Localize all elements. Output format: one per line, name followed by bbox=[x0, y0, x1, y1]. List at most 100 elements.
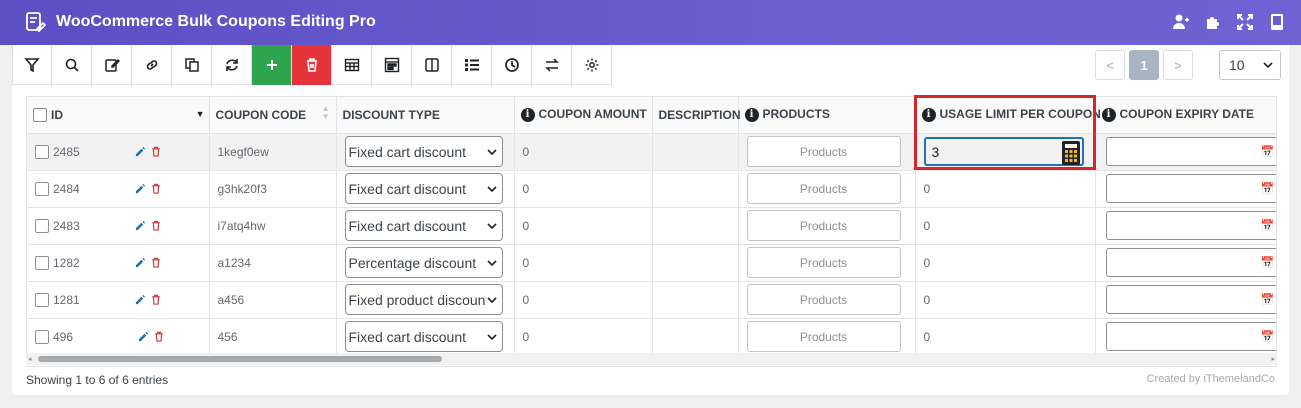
scrollbar-thumb[interactable] bbox=[38, 356, 442, 362]
edit-pencil-icon[interactable] bbox=[135, 183, 146, 194]
edit-pencil-icon[interactable] bbox=[135, 257, 146, 268]
add-coupon-button[interactable] bbox=[252, 45, 292, 85]
description-header[interactable]: DESCRIPTION bbox=[652, 97, 741, 134]
coupon-amount-cell[interactable]: 0 bbox=[514, 281, 653, 319]
row-checkbox[interactable] bbox=[35, 292, 49, 307]
usage-limit-value[interactable]: 0 bbox=[924, 219, 931, 233]
coupon-amount-cell[interactable]: 0 bbox=[514, 318, 653, 356]
user-add-icon[interactable] bbox=[1171, 12, 1191, 32]
column-manager-button[interactable] bbox=[372, 45, 412, 85]
puzzle-icon[interactable] bbox=[1203, 12, 1223, 32]
coupon-amount-cell[interactable]: 0 bbox=[514, 170, 653, 208]
table-row[interactable]: 2485 1kegf0ew Fixed cart discount 0 Prod… bbox=[27, 133, 1276, 171]
book-icon[interactable] bbox=[1267, 12, 1287, 32]
description-cell[interactable] bbox=[652, 281, 739, 319]
discount-type-select[interactable]: Fixed cart discount bbox=[344, 210, 503, 241]
products-button[interactable]: Products bbox=[746, 247, 901, 278]
select-all-checkbox[interactable] bbox=[33, 108, 47, 123]
calendar-icon[interactable]: 📅 bbox=[1261, 256, 1275, 269]
row-checkbox[interactable] bbox=[35, 329, 49, 344]
column-profile-button[interactable] bbox=[332, 45, 372, 85]
discount-type-select[interactable]: Percentage discount bbox=[344, 247, 503, 278]
discount-type-select[interactable]: Fixed cart discount bbox=[344, 136, 503, 167]
trash-icon[interactable] bbox=[151, 220, 161, 232]
reload-button[interactable] bbox=[212, 45, 252, 85]
table-row[interactable]: 1282 a1234 Percentage discount 0 Product… bbox=[27, 244, 1276, 282]
search-button[interactable] bbox=[52, 45, 92, 85]
table-row[interactable]: 2483 i7atq4hw Fixed cart discount 0 Prod… bbox=[27, 207, 1276, 245]
row-checkbox[interactable] bbox=[35, 218, 49, 233]
usage-limit-value[interactable]: 0 bbox=[924, 182, 931, 196]
calendar-icon[interactable]: 📅 bbox=[1261, 219, 1275, 232]
edit-pencil-icon[interactable] bbox=[135, 146, 146, 157]
info-icon[interactable]: i bbox=[744, 108, 759, 123]
id-header[interactable]: ID ▼ bbox=[27, 97, 210, 134]
horizontal-scrollbar[interactable]: ◂ ▸ bbox=[26, 353, 1277, 365]
usage-limit-value[interactable]: 0 bbox=[924, 330, 931, 344]
coupon-amount-cell[interactable]: 0 bbox=[514, 207, 653, 245]
fullscreen-icon[interactable] bbox=[1235, 12, 1255, 32]
settings-button[interactable] bbox=[572, 45, 612, 85]
coupon-code-cell[interactable]: a1234 bbox=[209, 244, 337, 282]
sort-down-icon[interactable]: ▼ bbox=[196, 109, 205, 119]
expiry-date-input[interactable]: 📅 bbox=[1105, 322, 1276, 351]
info-icon[interactable]: i bbox=[1101, 108, 1116, 123]
coupon-amount-cell[interactable]: 0 bbox=[514, 244, 653, 282]
next-page-button[interactable]: > bbox=[1163, 50, 1193, 80]
coupon-code-cell[interactable]: i7atq4hw bbox=[209, 207, 337, 245]
description-cell[interactable] bbox=[652, 318, 739, 356]
table-row[interactable]: 1281 a456 Fixed product discount 0 Produ… bbox=[27, 281, 1276, 319]
description-cell[interactable] bbox=[652, 133, 739, 171]
calculator-icon[interactable] bbox=[1061, 141, 1080, 165]
table-row[interactable]: 2484 g3hk20f3 Fixed cart discount 0 Prod… bbox=[27, 170, 1276, 208]
bulk-edit-button[interactable] bbox=[92, 45, 132, 85]
discount-type-header[interactable]: DISCOUNT TYPE bbox=[336, 97, 515, 134]
products-button[interactable]: Products bbox=[746, 210, 901, 241]
trash-icon[interactable] bbox=[151, 183, 161, 195]
products-header[interactable]: i PRODUCTS bbox=[738, 97, 916, 134]
row-checkbox[interactable] bbox=[35, 255, 49, 270]
calendar-icon[interactable]: 📅 bbox=[1261, 330, 1275, 343]
calendar-icon[interactable]: 📅 bbox=[1261, 182, 1275, 195]
expiry-date-input[interactable]: 📅 bbox=[1105, 211, 1276, 240]
info-icon[interactable]: i bbox=[921, 108, 936, 123]
products-button[interactable]: Products bbox=[746, 284, 901, 315]
discount-type-select[interactable]: Fixed product discount bbox=[344, 284, 503, 315]
coupon-code-header[interactable]: COUPON CODE ▲ ▼ bbox=[209, 97, 337, 134]
coupon-amount-cell[interactable]: 0 bbox=[514, 133, 653, 171]
usage-limit-input[interactable]: 3 bbox=[923, 137, 1084, 166]
edit-pencil-icon[interactable] bbox=[138, 331, 149, 342]
usage-limit-header[interactable]: i USAGE LIMIT PER COUPON bbox=[915, 97, 1101, 134]
usage-limit-value[interactable]: 0 bbox=[924, 293, 931, 307]
expiry-date-input[interactable]: 📅 bbox=[1105, 137, 1276, 166]
list-view-button[interactable] bbox=[452, 45, 492, 85]
delete-button[interactable] bbox=[292, 45, 332, 85]
filter-button[interactable] bbox=[12, 45, 52, 85]
description-cell[interactable] bbox=[652, 207, 739, 245]
bind-edit-button[interactable] bbox=[132, 45, 172, 85]
scroll-right-icon[interactable]: ▸ bbox=[1271, 355, 1275, 363]
expiry-date-input[interactable]: 📅 bbox=[1105, 285, 1276, 314]
trash-icon[interactable] bbox=[151, 294, 161, 306]
sort-icon[interactable]: ▲ ▼ bbox=[322, 105, 330, 121]
row-checkbox[interactable] bbox=[35, 181, 49, 196]
description-cell[interactable] bbox=[652, 244, 739, 282]
page-1-button[interactable]: 1 bbox=[1129, 50, 1159, 80]
trash-icon[interactable] bbox=[154, 331, 164, 343]
usage-limit-value[interactable]: 0 bbox=[924, 256, 931, 270]
info-icon[interactable]: i bbox=[520, 108, 535, 123]
trash-icon[interactable] bbox=[151, 146, 161, 158]
calendar-icon[interactable]: 📅 bbox=[1261, 145, 1275, 158]
row-checkbox[interactable] bbox=[35, 144, 49, 159]
import-export-button[interactable] bbox=[532, 45, 572, 85]
edit-pencil-icon[interactable] bbox=[135, 220, 146, 231]
coupon-code-cell[interactable]: 456 bbox=[209, 318, 337, 356]
scroll-left-icon[interactable]: ◂ bbox=[28, 355, 32, 363]
trash-icon[interactable] bbox=[151, 257, 161, 269]
coupon-code-cell[interactable]: g3hk20f3 bbox=[209, 170, 337, 208]
expiry-date-header[interactable]: i COUPON EXPIRY DATE bbox=[1095, 97, 1276, 134]
coupon-code-cell[interactable]: 1kegf0ew bbox=[209, 133, 337, 171]
products-button[interactable]: Products bbox=[746, 173, 901, 204]
discount-type-select[interactable]: Fixed cart discount bbox=[344, 173, 503, 204]
split-view-button[interactable] bbox=[412, 45, 452, 85]
